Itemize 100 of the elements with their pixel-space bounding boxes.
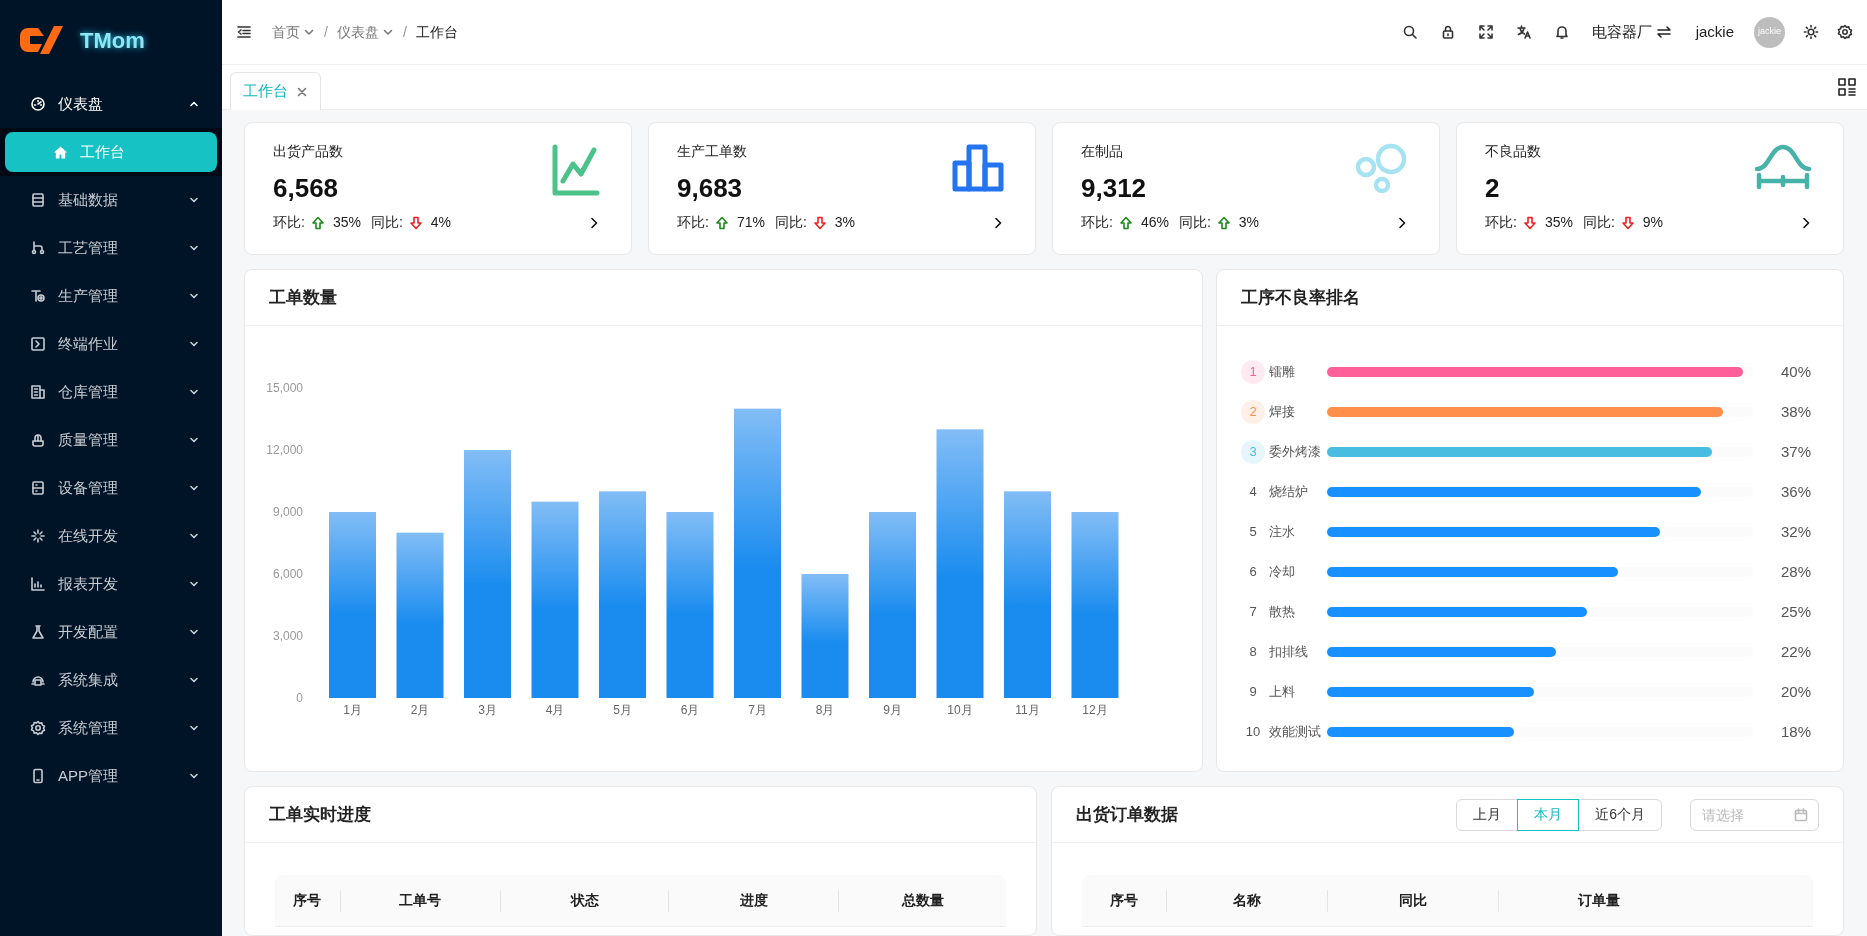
user-name[interactable]: jackie — [1695, 20, 1734, 44]
rate-value: 28% — [1779, 561, 1811, 582]
sidebar-label: 仓库管理 — [58, 381, 119, 402]
sidebar-label: 开发配置 — [58, 621, 119, 642]
column-header: 同比 — [1398, 891, 1428, 910]
process-name: 委外烤漆 — [1269, 443, 1322, 462]
sidebar-item[interactable]: 质量管理 — [0, 416, 222, 464]
trend-value: 71% — [736, 213, 765, 232]
rate-value: 38% — [1779, 401, 1811, 422]
rank-number: 1 — [1241, 360, 1265, 384]
y-tick-label: 12,000 — [266, 443, 303, 457]
sidebar-item[interactable]: 仓库管理 — [0, 368, 222, 416]
swap-icon — [1655, 24, 1672, 40]
x-tick-label: 12月 — [1082, 703, 1108, 717]
home-icon — [53, 144, 68, 160]
rate-value: 18% — [1779, 721, 1811, 742]
date-field[interactable]: 请选择 — [1690, 798, 1819, 831]
card-title: 工单数量 — [269, 286, 337, 309]
sidebar-label: 质量管理 — [58, 429, 119, 450]
column-header: 名称 — [1232, 891, 1262, 910]
trend-label: 同比: — [1582, 213, 1615, 232]
menu-icon — [30, 480, 46, 496]
sidebar-item[interactable]: 系统管理 — [0, 704, 222, 752]
rate-value: 36% — [1779, 481, 1811, 502]
x-tick-label: 10月 — [947, 703, 973, 717]
rate-value: 32% — [1779, 521, 1811, 542]
rate-value: 20% — [1779, 681, 1811, 702]
bar-chart-icon — [951, 143, 1005, 193]
sidebar-label: 基础数据 — [58, 189, 119, 210]
line-chart-icon — [551, 143, 601, 197]
card-title: 工序不良率排名 — [1241, 286, 1360, 309]
bell-icon[interactable] — [1553, 24, 1570, 40]
x-tick-label: 7月 — [748, 703, 767, 717]
sidebar-item[interactable]: 系统集成 — [0, 656, 222, 704]
x-tick-label: 3月 — [478, 703, 497, 717]
menu-icon — [30, 96, 46, 112]
sidebar-item[interactable]: 报表开发 — [0, 560, 222, 608]
range-tab[interactable]: 近6个月 — [1578, 798, 1662, 831]
sidebar-label: 工艺管理 — [58, 237, 119, 258]
y-tick-label: 9,000 — [272, 505, 303, 519]
sidebar-item[interactable]: 在线开发 — [0, 512, 222, 560]
menu-icon — [30, 384, 46, 400]
y-tick-label: 0 — [296, 691, 303, 705]
y-tick-label: 3,000 — [272, 629, 303, 643]
sidebar-label: 终端作业 — [58, 333, 119, 354]
column-header: 进度 — [738, 891, 769, 910]
trend-label: 同比: — [774, 213, 807, 232]
sidebar-item[interactable]: 仪表盘 — [0, 80, 222, 128]
column-header: 订单量 — [1576, 891, 1621, 910]
y-tick-label: 15,000 — [266, 381, 303, 395]
stat-title: 不良品数 — [1485, 142, 1541, 161]
card-title: 工单实时进度 — [269, 803, 371, 826]
sidebar-item[interactable]: 终端作业 — [0, 320, 222, 368]
menu-icon — [30, 624, 46, 640]
process-name: 效能测试 — [1269, 723, 1322, 742]
y-tick-label: 6,000 — [272, 567, 303, 581]
range-tab[interactable]: 上月 — [1456, 798, 1519, 831]
menu-fold-icon[interactable] — [236, 24, 252, 40]
calendar-icon — [1794, 807, 1808, 822]
x-tick-label: 1月 — [343, 703, 362, 717]
trend-label: 同比: — [370, 213, 403, 232]
sun-icon[interactable] — [1803, 24, 1819, 40]
stat-value: 9,312 — [1081, 172, 1147, 204]
sidebar-item[interactable]: 基础数据 — [0, 176, 222, 224]
sidebar-item[interactable]: APP管理 — [0, 752, 222, 800]
sidebar-item[interactable]: 生产管理 — [0, 272, 222, 320]
trend-value: 9% — [1642, 213, 1664, 232]
breadcrumb-link[interactable]: 仪表盘 — [336, 21, 394, 43]
menu-icon — [30, 288, 46, 304]
sidebar-item[interactable]: 工艺管理 — [0, 224, 222, 272]
menu-icon — [30, 432, 46, 448]
sidebar-item[interactable]: 开发配置 — [0, 608, 222, 656]
breadcrumb-link[interactable]: 首页 — [272, 21, 315, 43]
trend-value: 3% — [834, 213, 856, 232]
trend-label: 环比: — [273, 213, 305, 232]
sidebar-label: APP管理 — [58, 765, 119, 786]
sidebar-label: 系统管理 — [58, 717, 119, 738]
fullscreen-icon[interactable] — [1477, 24, 1494, 40]
trend-value: 46% — [1140, 213, 1169, 232]
breadcrumb-link[interactable]: 工作台 — [415, 21, 458, 43]
rank-number: 7 — [1248, 603, 1258, 622]
tenant-switcher[interactable]: 电容器厂 — [1591, 20, 1672, 44]
sidebar-label: 报表开发 — [58, 573, 119, 594]
search-icon[interactable] — [1401, 24, 1418, 40]
x-tick-label: 6月 — [680, 703, 700, 717]
process-name: 上料 — [1269, 683, 1296, 702]
process-name: 冷却 — [1269, 563, 1296, 582]
layout-grid-icon[interactable] — [1837, 77, 1857, 97]
close-icon[interactable] — [296, 85, 308, 98]
trend-label: 环比: — [1485, 213, 1517, 232]
rate-value: 37% — [1779, 441, 1811, 462]
logo-text: TMom — [80, 26, 145, 55]
column-header: 序号 — [1109, 891, 1139, 910]
rank-number: 4 — [1248, 483, 1258, 502]
translate-icon[interactable] — [1515, 24, 1532, 40]
settings-icon[interactable] — [1837, 24, 1853, 40]
x-tick-label: 8月 — [815, 703, 835, 717]
stat-value: 9,683 — [677, 172, 744, 204]
sidebar-item[interactable]: 设备管理 — [0, 464, 222, 512]
trend-label: 同比: — [1178, 213, 1211, 232]
